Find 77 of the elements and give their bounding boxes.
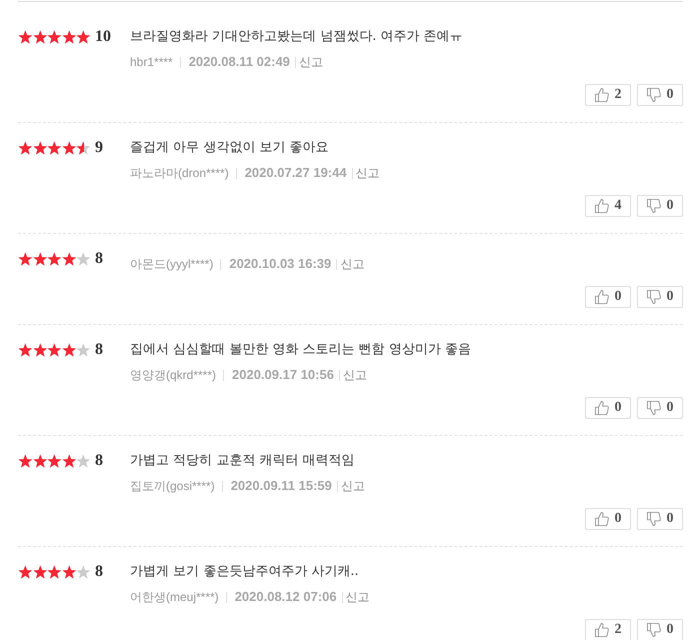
star-icon xyxy=(32,454,48,468)
thumbs-down-icon xyxy=(646,401,660,415)
thumbs-down-icon xyxy=(646,88,660,102)
rating-score: 9 xyxy=(94,138,103,158)
review-date: 2020.08.11 02:49 xyxy=(188,53,290,71)
star-icon xyxy=(47,141,62,155)
rating-score: 8 xyxy=(94,340,103,360)
thumbs-down-icon xyxy=(646,290,660,304)
like-button[interactable]: 0 xyxy=(585,397,631,419)
star-icon xyxy=(76,454,91,468)
thumbs-up-icon xyxy=(594,88,608,102)
author-name: 영양갱(qkrd****) xyxy=(130,367,216,384)
review-date: 2020.10.03 16:39 xyxy=(229,255,332,273)
review-text: 브라질영화라 기대안하고봤는데 넘잼썼다. 여주가 존예ㅠ xyxy=(130,28,464,46)
star-icon xyxy=(76,252,91,266)
thumbs-up-icon xyxy=(594,623,608,637)
author-name: 파노라마(dron****) xyxy=(130,165,229,182)
thumbs-down-icon xyxy=(646,512,660,526)
star-icon xyxy=(62,565,76,579)
star-icon xyxy=(47,454,62,468)
rating-score: 8 xyxy=(94,451,103,471)
star-icon xyxy=(62,454,76,468)
thumbs-up-icon xyxy=(594,512,608,526)
star-icon xyxy=(18,141,33,155)
review-text: 즐겁게 아무 생각없이 보기 좋아요 xyxy=(130,139,330,157)
star-icon xyxy=(18,343,33,357)
star-icon xyxy=(76,30,91,44)
dislike-button[interactable]: 0 xyxy=(637,286,683,308)
like-button[interactable]: 2 xyxy=(585,619,631,640)
star-icon xyxy=(32,30,48,44)
author-name: 집토끼(gosi****) xyxy=(130,478,215,495)
dislike-button[interactable]: 0 xyxy=(637,397,683,419)
rating-score: 10 xyxy=(94,27,111,47)
dislike-button[interactable]: 0 xyxy=(637,195,683,217)
thumbs-up-icon xyxy=(594,401,608,415)
review-text: 가볍게 보기 좋은듯남주여주가 사기캐.. xyxy=(130,563,360,581)
star-icon xyxy=(47,30,62,44)
dislike-button[interactable]: 0 xyxy=(637,508,683,530)
star-icon xyxy=(76,565,91,579)
star-icon xyxy=(62,343,76,357)
dislike-button[interactable]: 0 xyxy=(637,84,683,106)
author-name: 어한생(meuj****) xyxy=(130,589,219,606)
star-icon xyxy=(47,252,62,266)
star-icon xyxy=(32,252,48,266)
star-icon xyxy=(18,30,33,44)
star-icon xyxy=(32,565,48,579)
star-icon xyxy=(62,141,76,155)
thumbs-down-icon xyxy=(646,623,660,637)
author-name: 아몬드(yyyl****) xyxy=(130,256,214,273)
dislike-button[interactable]: 0 xyxy=(637,619,683,640)
rating-score: 8 xyxy=(94,562,103,582)
star-icon xyxy=(32,343,48,357)
star-icon xyxy=(76,141,91,155)
review-date: 2020.09.11 15:59 xyxy=(230,477,332,495)
thumbs-up-icon xyxy=(594,199,608,213)
rating-score: 8 xyxy=(94,249,103,269)
star-icon xyxy=(18,252,33,266)
like-button[interactable]: 2 xyxy=(585,84,631,106)
review-date: 2020.07.27 19:44 xyxy=(244,164,347,182)
like-button[interactable]: 0 xyxy=(585,508,631,530)
star-icon xyxy=(76,343,91,357)
review-date: 2020.08.12 07:06 xyxy=(234,588,337,606)
review-text: 집에서 심심할때 볼만한 영화 스토리는 뻔함 영상미가 좋음 xyxy=(130,341,472,359)
star-icon xyxy=(18,565,33,579)
thumbs-up-icon xyxy=(594,290,608,304)
star-icon xyxy=(47,565,62,579)
like-button[interactable]: 0 xyxy=(585,286,631,308)
star-icon xyxy=(32,141,48,155)
star-icon xyxy=(18,454,33,468)
author-name: hbr1**** xyxy=(130,54,173,71)
star-icon xyxy=(62,252,76,266)
review-text: 가볍고 적당히 교훈적 캐릭터 매력적임 xyxy=(130,452,356,470)
review-date: 2020.09.17 10:56 xyxy=(232,366,334,384)
star-icon xyxy=(47,343,62,357)
like-button[interactable]: 4 xyxy=(585,195,631,217)
star-icon xyxy=(62,30,76,44)
thumbs-down-icon xyxy=(646,199,660,213)
